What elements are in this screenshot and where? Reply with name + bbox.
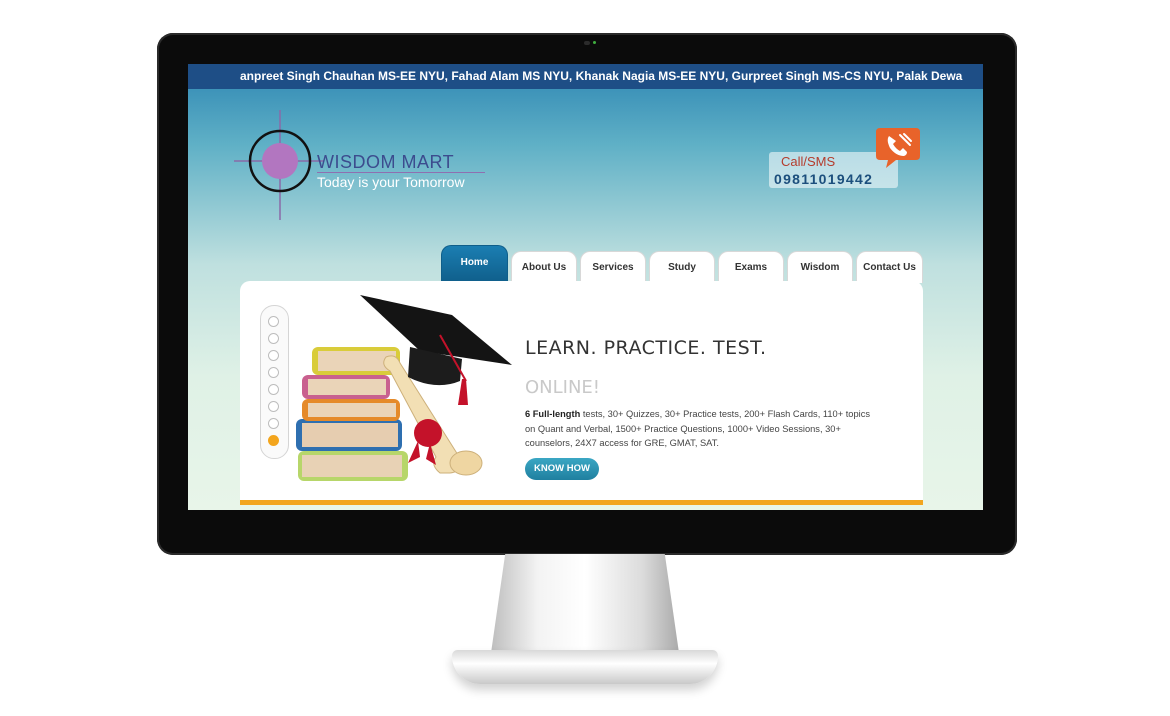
website-screen: anpreet Singh Chauhan MS-EE NYU, Fahad A… (188, 64, 983, 510)
monitor-stand (490, 554, 680, 660)
brand-divider (317, 172, 485, 173)
nav-exams[interactable]: Exams (718, 251, 784, 283)
nav-about-us[interactable]: About Us (511, 251, 577, 283)
slide-headline: LEARN. PRACTICE. TEST. (525, 337, 767, 359)
call-label: Call/SMS (781, 154, 836, 169)
nav-services[interactable]: Services (580, 251, 646, 283)
slider-accent-bar (240, 500, 923, 505)
slide-indicator-dot[interactable] (268, 367, 279, 378)
slide-indicators (260, 305, 289, 459)
camera-icon (584, 41, 590, 45)
graduation-books-icon (296, 295, 512, 481)
know-how-button[interactable]: KNOW HOW (525, 458, 599, 480)
slide-indicator-dot[interactable] (268, 384, 279, 395)
slide-indicator-dot[interactable] (268, 418, 279, 429)
slide-indicator-dot[interactable] (268, 333, 279, 344)
slide-indicator-dot[interactable] (268, 350, 279, 361)
phone-number[interactable]: 09811019442 (774, 171, 873, 187)
phone-icon (876, 128, 920, 168)
slide-indicator-dot[interactable] (268, 435, 279, 446)
nav-home[interactable]: Home (441, 245, 508, 283)
brand-name[interactable]: WISDOM MART (317, 152, 454, 173)
desc-bold: 6 Full-length (525, 409, 581, 419)
slide-subhead: ONLINE! (525, 377, 601, 398)
slide-indicator-dot[interactable] (268, 316, 279, 327)
target-logo-icon[interactable] (234, 110, 324, 220)
brand-tagline: Today is your Tomorrow (317, 174, 465, 190)
news-ticker: anpreet Singh Chauhan MS-EE NYU, Fahad A… (188, 64, 983, 89)
nav-wisdom[interactable]: Wisdom (787, 251, 853, 283)
nav-study-abroad[interactable]: Study Abroad (649, 251, 715, 305)
monitor-base (452, 650, 718, 684)
nav-contact-us[interactable]: Contact Us (856, 251, 923, 283)
hero-slider: LEARN. PRACTICE. TEST. ONLINE! 6 Full-le… (240, 281, 923, 503)
camera-light-icon (593, 41, 596, 44)
slide-indicator-dot[interactable] (268, 401, 279, 412)
slide-description: 6 Full-length tests, 30+ Quizzes, 30+ Pr… (525, 407, 877, 451)
ticker-text: anpreet Singh Chauhan MS-EE NYU, Fahad A… (240, 69, 963, 83)
